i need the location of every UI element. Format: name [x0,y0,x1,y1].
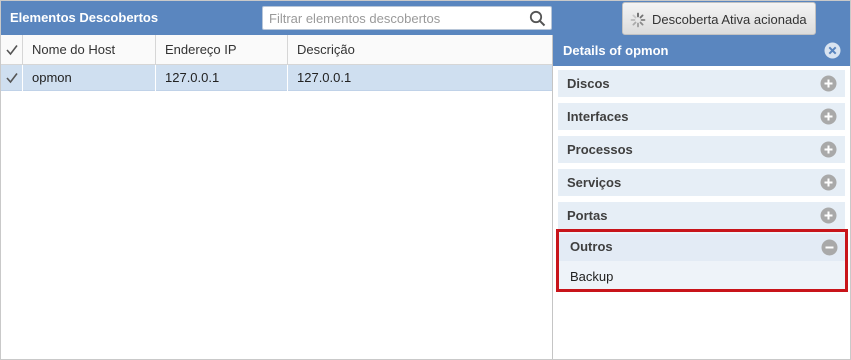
plus-circle-icon[interactable] [820,108,837,125]
section-portas[interactable]: Portas [558,202,845,229]
section-label: Outros [570,239,613,254]
details-title: Details of opmon [563,43,669,58]
active-discovery-button[interactable]: Descoberta Ativa acionada [622,2,816,35]
section-label: Interfaces [567,109,629,124]
column-header-ip[interactable]: Endereço IP [156,35,288,65]
cell-host: opmon [23,65,156,91]
cell-ip: 127.0.0.1 [156,65,288,91]
plus-circle-icon[interactable] [820,174,837,191]
column-header-description[interactable]: Descrição [288,35,552,65]
table-row[interactable]: opmon 127.0.0.1 127.0.0.1 [1,65,552,91]
page-title: Elementos Descobertos [10,10,159,25]
active-discovery-label: Descoberta Ativa acionada [652,12,807,27]
section-processos[interactable]: Processos [558,136,845,163]
table-empty-area [1,91,552,359]
search-input[interactable] [263,7,521,29]
search-icon[interactable] [529,10,546,27]
section-label: Processos [567,142,633,157]
details-header: Details of opmon [553,35,850,66]
table-header: Nome do Host Endereço IP Descrição [1,35,552,65]
section-outros-highlight: Outros Backup [556,229,848,292]
section-interfaces[interactable]: Interfaces [558,103,845,130]
discovered-elements-window: Elementos Descobertos Filtrar elementos … [0,0,851,360]
section-outros[interactable]: Outros [559,234,845,261]
plus-circle-icon[interactable] [820,75,837,92]
top-toolbar: Elementos Descobertos Filtrar elementos … [1,1,850,35]
row-checkbox-cell[interactable] [1,65,23,91]
section-label: Portas [567,208,608,223]
section-label: Serviços [567,175,622,190]
outros-item-backup[interactable]: Backup [570,269,613,284]
cell-description: 127.0.0.1 [297,70,352,85]
row-checkbox-icon[interactable] [6,72,18,84]
column-header-host[interactable]: Nome do Host [23,35,156,65]
spinner-icon [630,12,646,28]
section-servicos[interactable]: Serviços [558,169,845,196]
section-label: Discos [567,76,610,91]
search-box [262,6,552,30]
plus-circle-icon[interactable] [820,207,837,224]
select-all-cell[interactable] [1,35,23,65]
select-all-checkbox-icon[interactable] [6,44,18,56]
details-panel: Details of opmon Discos Interfaces Proce… [553,35,850,359]
section-discos[interactable]: Discos [558,70,845,97]
minus-circle-icon[interactable] [821,239,838,256]
close-icon[interactable] [824,42,841,59]
plus-circle-icon[interactable] [820,141,837,158]
